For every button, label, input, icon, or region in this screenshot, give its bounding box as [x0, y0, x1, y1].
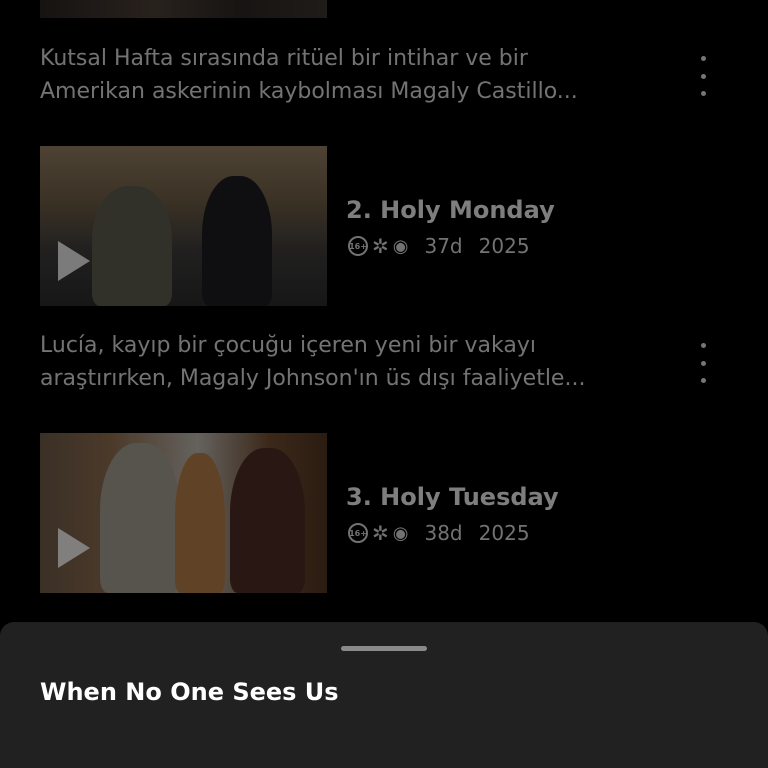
episode-2-description: Lucía, kayıp bir çocuğu içeren yeni bir … — [40, 329, 660, 395]
play-icon[interactable] — [58, 528, 90, 568]
episode-2-meta: 16+ ✲ ◉ 37d 2025 — [348, 234, 530, 258]
description-line: araştırırken, Magaly Johnson'ın üs dışı … — [40, 366, 586, 391]
episode-3-duration: 38d — [424, 521, 463, 545]
episode-2-title: 2. Holy Monday — [346, 196, 555, 224]
episode-2-duration: 37d — [424, 234, 463, 258]
episode-2-thumbnail[interactable] — [40, 146, 327, 306]
rating-16-icon: 16+ — [348, 523, 368, 543]
fear-icon: ◉ — [392, 522, 409, 544]
episode-1-thumbnail[interactable] — [40, 0, 327, 18]
description-line: Lucía, kayıp bir çocuğu içeren yeni bir … — [40, 333, 536, 358]
fear-icon: ◉ — [392, 235, 409, 257]
rating-16-icon: 16+ — [348, 236, 368, 256]
episode-3-thumbnail[interactable] — [40, 433, 327, 593]
violence-icon: ✲ — [372, 521, 389, 545]
play-icon[interactable] — [58, 241, 90, 281]
episode-1-more-options-icon[interactable] — [692, 56, 714, 96]
episode-1-description: Kutsal Hafta sırasında ritüel bir intiha… — [40, 42, 660, 108]
episode-2-more-options-icon[interactable] — [692, 343, 714, 383]
description-line: Amerikan askerinin kaybolması Magaly Cas… — [40, 79, 578, 104]
bottom-sheet[interactable]: When No One Sees Us — [0, 622, 768, 768]
episode-3-title: 3. Holy Tuesday — [346, 483, 559, 511]
episode-3-row[interactable]: 3. Holy Tuesday 16+ ✲ ◉ 38d 2025 — [40, 433, 740, 593]
episode-2-year: 2025 — [478, 234, 530, 258]
violence-icon: ✲ — [372, 234, 389, 258]
episode-3-year: 2025 — [478, 521, 530, 545]
episode-3-meta: 16+ ✲ ◉ 38d 2025 — [348, 521, 530, 545]
episode-2-row[interactable]: 2. Holy Monday 16+ ✲ ◉ 37d 2025 — [40, 146, 740, 306]
sheet-title: When No One Sees Us — [40, 678, 339, 706]
sheet-drag-handle[interactable] — [341, 646, 427, 651]
description-line: Kutsal Hafta sırasında ritüel bir intiha… — [40, 46, 528, 71]
